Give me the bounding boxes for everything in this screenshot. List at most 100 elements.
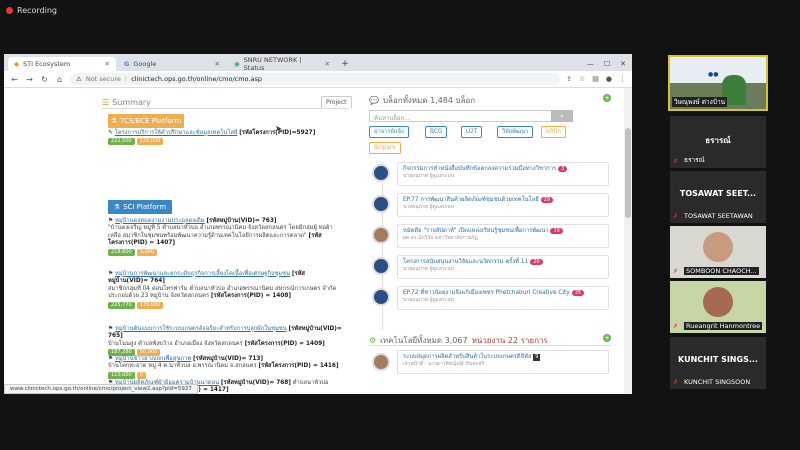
- participant-name: วิษณุพงษ์ ต่างบ้าน: [672, 97, 728, 107]
- blog-post-title[interactable]: EP.77 การพัฒนาสินค้าผลิตภัณฑ์ชุมชนด้วยเท…: [403, 197, 539, 203]
- close-icon[interactable]: ✕: [105, 60, 110, 68]
- summary-heading: ☰ Summary: [102, 98, 151, 107]
- forward-icon[interactable]: →: [25, 75, 34, 84]
- summary-title: Summary: [112, 98, 151, 107]
- participant-tile[interactable]: TOSAWAT SEET... ✗ TOSAWAT SEETAWAN: [670, 171, 766, 223]
- avatar: [372, 226, 390, 244]
- village-vid: [รหัสหมู่บ้าน(VID)= 763]: [206, 218, 277, 224]
- avatar: [372, 164, 390, 182]
- comment-count: 20: [530, 259, 543, 265]
- recording-indicator: Recording: [6, 6, 57, 15]
- muted-mic-icon: ✗: [673, 379, 679, 386]
- participant-display-name: TOSAWAT SEET...: [679, 189, 757, 198]
- blog-post-card[interactable]: หมัดดีย "รายสัปดาห์" เปิดแหล่งเรียนรู้ชุ…: [397, 224, 609, 248]
- technology-author: เจ้าหน้าที่ : นางสาวพิชญ์ณัฐ์ ขันทะศรี: [403, 361, 485, 367]
- scrollbar-thumb[interactable]: [625, 128, 631, 218]
- blog-panel: 💬 บล็อกทั้งหมด 1,484 บล็อก + ค้นหาบล็อก.…: [363, 88, 615, 394]
- budget-badge: 225,770: [108, 301, 135, 309]
- url-text: clinictech.ops.go.th/online/cmo/cmo.asp: [131, 75, 262, 83]
- banner-image: [670, 57, 766, 83]
- technology-post-title[interactable]: ระบบสมุดการผลิตสำหรับสินค้าในระบบเกษตรดิ…: [403, 354, 531, 360]
- page-scrollbar[interactable]: [624, 88, 632, 394]
- search-icon[interactable]: ⌕: [551, 110, 573, 122]
- reload-icon[interactable]: ↻: [40, 75, 49, 84]
- budget-badge: 222,500: [108, 138, 135, 146]
- new-tab-button[interactable]: +: [338, 57, 352, 71]
- village-link[interactable]: หมู่บ้านข้าวฮางงอกเพื่อสุขภาพ: [115, 356, 191, 362]
- gear-icon: ⚙: [369, 336, 377, 345]
- participant-tile[interactable]: ✗ Rueangrit Hanmontree: [670, 281, 766, 333]
- village-desc: บ้านโนนสูง ตำบลพังขว้าง อำเภอเมือง จังหว…: [108, 340, 243, 347]
- participant-photo: [703, 232, 733, 262]
- support-badge: 0: [136, 371, 146, 379]
- participant-tile[interactable]: ✗ SOMBOON CHAOCH...: [670, 226, 766, 278]
- tab-sti-ecosystem[interactable]: ◆ STI Ecosystem ✕: [8, 57, 116, 71]
- warning-icon: ⚠: [76, 75, 82, 83]
- participant-tile[interactable]: KUNCHIT SINGS... ✗ KUNCHIT SINGSOON: [670, 337, 766, 389]
- chip-teacher[interactable]: อาจารย์แจ้ง: [369, 126, 409, 138]
- blog-post-author: นายอนุภาพ ผู้ดูแลระบบ: [403, 204, 454, 210]
- close-icon[interactable]: ✕: [215, 60, 220, 68]
- comment-count: 3: [558, 166, 568, 172]
- avatar: [372, 195, 390, 213]
- profile-icon[interactable]: ●: [606, 75, 612, 83]
- blog-post-title[interactable]: EP.72 ที่ชาวน้อยงามจึงแก้เมืองเพชร Phetc…: [403, 290, 570, 296]
- muted-mic-icon: ✗: [673, 213, 679, 220]
- reading-list-icon[interactable]: ▤: [592, 75, 599, 83]
- tab-google[interactable]: G Google ✕: [118, 57, 226, 71]
- tcs-project-link[interactable]: โครงการบริการให้คำปรึกษาและข้อมูลเทคโนโล…: [115, 130, 238, 136]
- participant-tile[interactable]: ธรารณ์ ✗ ธรารณ์: [670, 116, 766, 168]
- chip-u2t[interactable]: U2T: [461, 126, 483, 138]
- chip-clinic[interactable]: คลินิก: [541, 126, 566, 138]
- blog-post-card[interactable]: กิจกรรมการทำหนังสือบันทึกข้อตกลงความร่วม…: [397, 162, 609, 186]
- blog-post-card[interactable]: โครงการสนับสนุนงานวิจัยและนวัตกรรม ครั้ง…: [397, 255, 609, 279]
- blog-post-title[interactable]: หมัดดีย "รายสัปดาห์" เปิดแหล่งเรียนรู้ชุ…: [403, 228, 548, 234]
- add-technology-icon[interactable]: +: [603, 334, 611, 342]
- avatar: [372, 353, 390, 371]
- village-link[interactable]: หมู่บ้านการพัฒนาและยกระดับธุรกิจการเลี้ย…: [115, 271, 290, 277]
- maximize-icon[interactable]: ☐: [604, 60, 610, 68]
- tcs-platform-button[interactable]: ⚗ TCS/BCE Platform: [108, 114, 184, 128]
- sci-label: SCI Platform: [123, 203, 167, 211]
- flask-icon: ⚗: [110, 117, 117, 125]
- village-pid: [รหัสโครงการ(PID) = 1416]: [258, 363, 339, 370]
- menu-icon[interactable]: ⋮: [619, 75, 626, 83]
- minimize-icon[interactable]: —: [587, 60, 594, 68]
- flask-icon: ⚗: [113, 203, 121, 211]
- share-icon[interactable]: ⇪: [566, 75, 572, 83]
- blog-post-card[interactable]: EP.72 ที่ชาวน้อยงามจึงแก้เมืองเพชร Phetc…: [397, 286, 609, 310]
- star-icon[interactable]: ☆: [579, 75, 585, 83]
- technology-card[interactable]: ระบบสมุดการผลิตสำหรับสินค้าในระบบเกษตรดิ…: [397, 350, 609, 374]
- tab-label: SNRU NETWORK | Status: [243, 56, 302, 72]
- divider: [102, 108, 349, 109]
- close-icon[interactable]: ✕: [325, 60, 330, 68]
- blog-search-input[interactable]: ค้นหาบล็อก...: [369, 110, 573, 122]
- summary-panel: ☰ Summary Project ⚗ TCS/BCE Platform ✎ โ…: [96, 88, 353, 394]
- tab-snru-network[interactable]: ◉ SNRU NETWORK | Status ✕: [228, 56, 336, 72]
- village-item: ⚑ หมู่บ้านการพัฒนาและยกระดับธุรกิจการเลี…: [108, 271, 344, 309]
- home-icon[interactable]: ⌂: [55, 75, 64, 84]
- blog-post-title[interactable]: กิจกรรมการทำหนังสือบันทึกข้อตกลงความร่วม…: [403, 166, 556, 172]
- blog-post-title[interactable]: โครงการสนับสนุนงานวิจัยและนวัตกรรม ครั้ง…: [403, 259, 528, 265]
- chip-research[interactable]: วิจัยพัฒนา: [497, 126, 534, 138]
- chip-bcg[interactable]: BCG: [425, 126, 448, 138]
- close-window-icon[interactable]: ✕: [620, 60, 626, 68]
- tab-project[interactable]: Project: [321, 96, 352, 108]
- avatar: [372, 257, 390, 275]
- muted-mic-icon: ✗: [673, 158, 679, 165]
- mouse-cursor-icon: ➤: [275, 124, 282, 133]
- blog-post-card[interactable]: EP.77 การพัฒนาสินค้าผลิตภัณฑ์ชุมชนด้วยเท…: [397, 193, 609, 217]
- village-item: ⚑ หมู่บ้านต้นแบบการใช้ระบบเกษตรอัจฉริยะส…: [108, 326, 344, 357]
- chip-bclpark[interactable]: Bclpark: [369, 142, 401, 154]
- village-link[interactable]: หมู่บ้านดงหมดงามงามประดุจดงเดิม: [115, 218, 205, 224]
- globe-icon: ◉: [234, 60, 240, 68]
- back-icon[interactable]: ←: [10, 75, 19, 84]
- participant-name: Rueangrit Hanmontree: [684, 322, 763, 330]
- village-link[interactable]: หมู่บ้านต้นแบบการใช้ระบบเกษตรอัจฉริยะสำห…: [115, 326, 287, 332]
- url-field[interactable]: ⚠ Not secure | clinictech.ops.go.th/onli…: [70, 73, 561, 85]
- village-vid: [รหัสหมู่บ้าน(VID)= 713]: [193, 356, 264, 362]
- avatar: [372, 288, 390, 306]
- participant-tile[interactable]: ●● วิษณุพงษ์ ต่างบ้าน: [668, 55, 768, 111]
- add-blog-icon[interactable]: +: [603, 94, 611, 102]
- sci-platform-button[interactable]: ⚗ SCI Platform: [108, 200, 172, 214]
